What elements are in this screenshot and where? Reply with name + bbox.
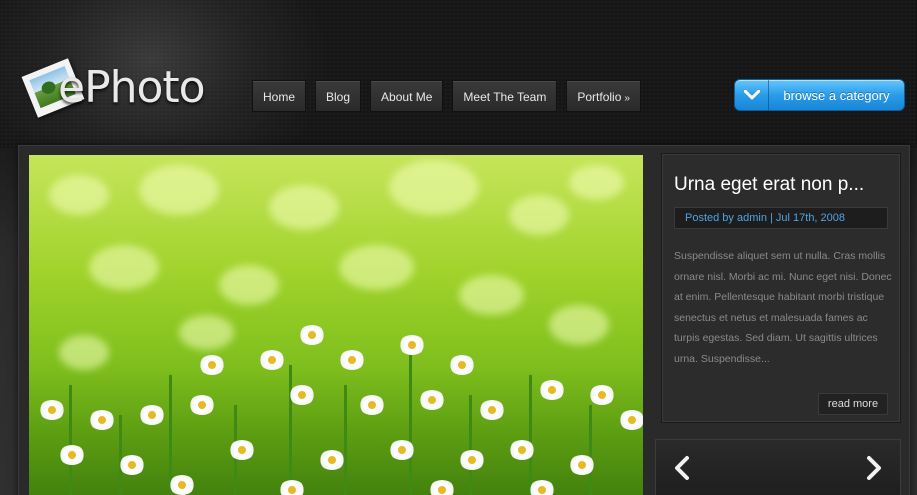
post-meta[interactable]: Posted by admin | Jul 17th, 2008 — [674, 207, 888, 229]
nav-label: Meet The Team — [463, 90, 547, 104]
nav-home[interactable]: Home — [252, 80, 307, 112]
site-logo[interactable]: ePhoto — [21, 56, 222, 124]
nav-label: Blog — [326, 90, 351, 104]
slider-controls — [655, 439, 901, 495]
featured-post-panel: Urna eget erat non p... Posted by admin … — [661, 153, 901, 423]
chevron-left-icon[interactable] — [670, 455, 696, 481]
featured-slider: Urna eget erat non p... Posted by admin … — [18, 145, 910, 495]
chevron-right-icon[interactable] — [860, 455, 886, 481]
double-chevron-right-icon: » — [624, 93, 630, 104]
main-nav: Home Blog About Me Meet The Team Portfol… — [252, 80, 641, 112]
browse-category-button[interactable]: browse a category — [734, 79, 905, 111]
read-more-button[interactable]: read more — [818, 393, 888, 415]
post-excerpt: Suspendisse aliquet sem ut nulla. Cras m… — [674, 250, 892, 365]
chevron-down-icon — [735, 80, 769, 110]
nav-label: Portfolio — [577, 90, 622, 104]
nav-meet-the-team[interactable]: Meet The Team — [452, 80, 558, 112]
nav-about-me[interactable]: About Me — [370, 80, 444, 112]
featured-image[interactable] — [29, 155, 643, 495]
post-title[interactable]: Urna eget erat non p... — [674, 174, 864, 196]
nav-label: Home — [263, 90, 296, 104]
nav-label: About Me — [381, 90, 433, 104]
nav-portfolio[interactable]: Portfolio» — [566, 80, 641, 112]
logo-text: ePhoto — [58, 62, 206, 113]
browse-category-label: browse a category — [783, 87, 890, 103]
nav-blog[interactable]: Blog — [315, 80, 362, 112]
